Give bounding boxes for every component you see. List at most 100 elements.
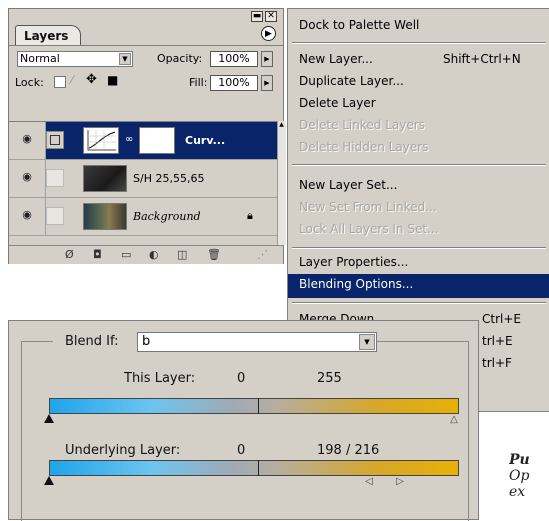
menu-separator [292, 302, 546, 304]
menu-item-duplicate-layer[interactable]: Duplicate Layer... [288, 71, 549, 95]
menu-item-label: Duplicate Layer... [299, 74, 404, 88]
this-layer-label: This Layer: [124, 371, 196, 386]
layer-name: S/H 25,55,65 [133, 172, 205, 185]
layer-name: Background [133, 210, 201, 223]
menu-item-new-layer[interactable]: New Layer... Shift+Ctrl+N [288, 49, 549, 73]
layers-palette: ▬ ✕ Layers ▶ Normal ▼ Opacity: 100% ▶ Lo… [8, 8, 286, 264]
menu-item-label: Layer Properties... [299, 255, 409, 269]
menu-separator [292, 164, 546, 166]
layer-row-sh[interactable]: ◉ S/H 25,55,65 [9, 160, 277, 198]
caption-line: ex [509, 484, 526, 500]
this-layer-gradient-bar [49, 398, 459, 414]
blend-if-channel-value: b [142, 334, 151, 349]
menu-item-delete-hidden-layers: Delete Hidden Layers [288, 137, 549, 161]
side-caption: Pu Op ex [509, 452, 549, 520]
lock-brush-icon[interactable]: ⁄ [71, 73, 73, 87]
eye-icon[interactable]: ◉ [19, 209, 35, 221]
midpoint-tick [258, 398, 259, 414]
palette-menu-arrow-icon[interactable]: ▶ [261, 26, 276, 41]
underlying-black-slider[interactable] [44, 476, 54, 485]
fill-field[interactable]: 100% [210, 75, 258, 91]
underlying-white-left-slider[interactable]: ◁ [364, 477, 374, 487]
blend-if-groupbox [21, 341, 469, 521]
photo-thumbnail [83, 203, 127, 230]
caption-line: Pu [509, 452, 530, 468]
opacity-label: Opacity: [157, 52, 203, 65]
menu-separator [292, 247, 546, 249]
edit-cell[interactable] [46, 169, 64, 187]
lock-move-icon[interactable]: ✥ [86, 72, 97, 87]
fill-slider-arrow-icon[interactable]: ▶ [261, 75, 273, 91]
visibility-cell[interactable]: ◉ [9, 160, 46, 197]
edit-cell[interactable] [46, 207, 64, 225]
menu-item-lock-all-layers-in-set: Lock All Layers In Set... [288, 219, 549, 243]
close-icon[interactable]: ✕ [265, 11, 277, 22]
visibility-cell[interactable]: ◉ [9, 122, 46, 159]
menu-item-label: New Layer Set... [299, 178, 398, 192]
layer-list-scrollbar[interactable]: ▲ [277, 121, 286, 245]
visibility-cell[interactable]: ◉ [9, 198, 46, 235]
add-mask-icon[interactable]: ◘ [93, 249, 102, 261]
menu-item-new-layer-set[interactable]: New Layer Set... [288, 175, 549, 199]
trash-icon[interactable]: 🗑︎ [207, 249, 221, 261]
mask-edit-icon [50, 135, 60, 145]
menu-item-label: Lock All Layers In Set... [299, 222, 439, 236]
opacity-field[interactable]: 100% [210, 51, 258, 67]
menu-item-new-set-from-linked: New Set From Linked... [288, 197, 549, 221]
opacity-slider-arrow-icon[interactable]: ▶ [261, 51, 273, 67]
eye-icon[interactable]: ◉ [19, 133, 35, 145]
layer-style-icon[interactable]: Ø [65, 249, 74, 261]
layer-mask-thumbnail [139, 127, 175, 154]
underlying-white-right-slider[interactable]: ▷ [395, 477, 405, 487]
tab-layers[interactable]: Layers [15, 25, 81, 45]
menu-item-label: Dock to Palette Well [299, 18, 420, 32]
this-layer-black-value: 0 [237, 371, 246, 386]
resize-grip-icon[interactable]: ⋰ [257, 249, 268, 261]
blend-mode-select[interactable]: Normal ▼ [17, 51, 133, 67]
chevron-down-icon: ▼ [119, 53, 131, 65]
midpoint-tick [258, 460, 259, 476]
minimize-icon[interactable]: ▬ [251, 11, 263, 22]
this-layer-black-slider[interactable] [44, 414, 54, 423]
menu-item-layer-properties[interactable]: Layer Properties... [288, 252, 549, 276]
menu-item-dock-to-palette-well[interactable]: Dock to Palette Well [288, 15, 549, 39]
underlying-gradient-bar [49, 460, 459, 476]
menu-item-label: Blending Options... [299, 277, 414, 291]
edit-cell[interactable] [46, 131, 64, 149]
lock-label: Lock: [15, 76, 44, 89]
link-icon[interactable]: ∞ [125, 134, 133, 146]
blend-mode-value: Normal [20, 52, 60, 65]
eye-icon[interactable]: ◉ [19, 171, 35, 183]
palette-bottom-bar: Ø ◘ ▭ ◐ ◫ 🗑︎ ⋰ [9, 245, 283, 264]
lock-icon: 🔒︎ [247, 209, 253, 222]
menu-item-shortcut: trl+E [482, 334, 513, 348]
layer-list: ◉ ∞ Curv... ◉ S/H 25,55,65 ◉ Background … [9, 121, 277, 246]
new-adjustment-layer-icon[interactable]: ◐ [149, 249, 159, 261]
underlying-layer-label: Underlying Layer: [65, 443, 181, 458]
menu-item-label: Delete Layer [299, 96, 376, 110]
fill-label: Fill: [189, 76, 208, 89]
chevron-down-icon: ▼ [359, 334, 375, 350]
menu-item-label: Delete Hidden Layers [299, 140, 429, 154]
menu-item-blending-options[interactable]: Blending Options... [288, 274, 549, 298]
this-layer-white-slider[interactable]: △ [449, 415, 459, 425]
photo-thumbnail [83, 165, 127, 192]
scroll-up-icon[interactable]: ▲ [278, 121, 285, 131]
curves-adjustment-icon [83, 127, 119, 154]
menu-separator [292, 42, 546, 44]
new-set-icon[interactable]: ▭ [121, 249, 131, 261]
blend-if-channel-select[interactable]: b ▼ [137, 332, 377, 352]
underlying-white-value: 198 / 216 [317, 443, 380, 458]
new-layer-icon[interactable]: ◫ [177, 249, 187, 261]
menu-item-shortcut: Ctrl+E [482, 312, 521, 326]
palette-titlebar[interactable]: ▬ ✕ [9, 9, 283, 23]
caption-line: Op [509, 468, 530, 484]
underlying-black-value: 0 [237, 443, 246, 458]
blend-if-panel: Blend If: b ▼ This Layer: 0 255 △ Underl… [8, 320, 479, 521]
lock-all-icon[interactable]: ■ [107, 73, 118, 87]
layer-row-background[interactable]: ◉ Background 🔒︎ [9, 198, 277, 236]
menu-item-delete-layer[interactable]: Delete Layer [288, 93, 549, 117]
lock-transparency-icon[interactable] [54, 76, 66, 88]
menu-item-delete-linked-layers: Delete Linked Layers [288, 115, 549, 139]
layer-row-curves[interactable]: ◉ ∞ Curv... [9, 122, 277, 160]
